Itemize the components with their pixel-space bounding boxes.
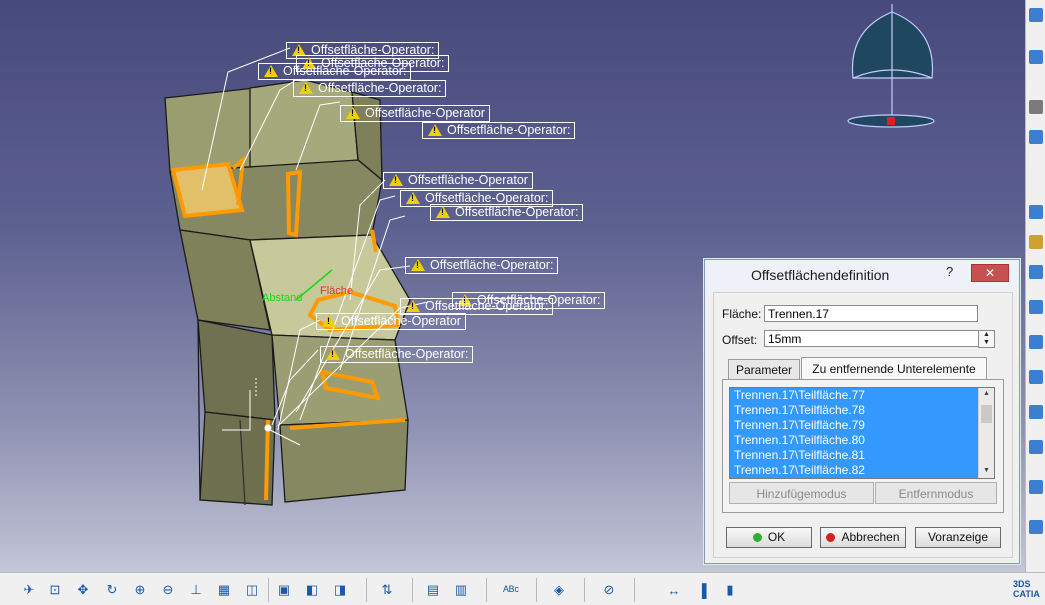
operator-callout[interactable]: Offsetfläche-Operator:: [422, 122, 576, 139]
help-button[interactable]: ?: [946, 264, 953, 279]
offset-spinner[interactable]: ▲ ▼: [978, 330, 995, 348]
offset-surface-dialog: Offsetflächendefinition ? ✕ Fläche: Tren…: [704, 259, 1020, 564]
close-button[interactable]: ✕: [971, 264, 1009, 282]
fly-mode-icon[interactable]: ✈: [20, 581, 38, 599]
preview-button[interactable]: Voranzeige: [915, 527, 1001, 548]
list-scrollbar[interactable]: ▲ ▼: [978, 388, 994, 478]
operator-callout[interactable]: Offsetfläche-Operator:: [293, 80, 447, 97]
distance-label: Abstand: [262, 292, 303, 304]
operator-callout[interactable]: Offsetfläche-Operator:: [320, 346, 474, 363]
sketch-icon[interactable]: [1029, 100, 1043, 114]
surface-label: Fläche:: [722, 307, 762, 321]
list-item[interactable]: Trennen.17\Teilfläche.79: [730, 418, 994, 433]
bottom-toolbar: ✈ ⊡ ✥ ↻ ⊕ ⊖ ⊥ ▦ ◫ ▣ ◧ ◨ ⇅ ▤ ▥ ᴬᴮᶜ ◈ ⊘ ↔ …: [0, 572, 1045, 605]
warning-icon: [406, 300, 420, 312]
warning-icon: [389, 174, 403, 186]
measure-icon[interactable]: ▤: [424, 581, 442, 599]
scale-icon[interactable]: ↔: [665, 581, 683, 599]
scroll-up-icon[interactable]: ▲: [981, 389, 992, 399]
list-item[interactable]: Trennen.17\Teilfläche.81: [730, 448, 994, 463]
operator-callout[interactable]: Offsetfläche-Operator: [316, 313, 466, 330]
extrude-icon[interactable]: [1029, 265, 1043, 279]
warning-icon: [428, 124, 442, 136]
apply-material-icon[interactable]: ◈: [550, 581, 568, 599]
cancel-icon: [826, 533, 836, 542]
split-icon[interactable]: [1029, 480, 1043, 494]
tab-parameter[interactable]: Parameter: [728, 359, 800, 379]
operator-callout[interactable]: Offsetfläche-Operator: [340, 105, 490, 122]
tab-subelements[interactable]: Zu entfernende Unterelemente: [801, 357, 987, 379]
remove-mode-button[interactable]: Entfernmodus: [875, 482, 997, 504]
dialog-body: Fläche: Trennen.17 Offset: 15mm ▲ ▼ Para…: [713, 292, 1013, 558]
add-mode-button[interactable]: Hinzufügemodus: [729, 482, 874, 504]
blend-icon[interactable]: [1029, 405, 1043, 419]
warning-icon: [411, 259, 425, 271]
ok-button[interactable]: OK: [726, 527, 812, 548]
spinner-down-icon[interactable]: ▼: [979, 339, 994, 347]
rotate-icon[interactable]: ↻: [103, 581, 121, 599]
cancel-button[interactable]: Abbrechen: [820, 527, 906, 548]
zoom-out-icon[interactable]: ⊖: [159, 581, 177, 599]
warning-icon: [346, 107, 360, 119]
warning-icon: [264, 65, 278, 77]
list-item[interactable]: Trennen.17\Teilfläche.77: [730, 388, 994, 403]
line-icon[interactable]: [1029, 205, 1043, 219]
arrow-icon[interactable]: [1029, 50, 1043, 64]
trim-icon[interactable]: [1029, 520, 1043, 534]
view-mode-icon[interactable]: ▣: [275, 581, 293, 599]
pan-icon[interactable]: ✥: [74, 581, 92, 599]
ok-icon: [752, 533, 762, 542]
offset-field[interactable]: 15mm: [764, 330, 986, 347]
warning-icon: [322, 315, 336, 327]
catia-logo: 3DS CATIA: [1013, 579, 1040, 599]
operator-callout[interactable]: Offsetfläche-Operator:: [258, 63, 412, 80]
hide-show-icon[interactable]: ◧: [303, 581, 321, 599]
offset-icon[interactable]: [1029, 300, 1043, 314]
warning-icon: [436, 206, 450, 218]
dialog-titlebar[interactable]: Offsetflächendefinition ? ✕: [705, 260, 1019, 290]
spinner-up-icon[interactable]: ▲: [979, 331, 994, 339]
list-item[interactable]: Trennen.17\Teilfläche.80: [730, 433, 994, 448]
offset-label: Offset:: [722, 333, 758, 347]
normal-view-icon[interactable]: ⊥: [187, 581, 205, 599]
fill-icon[interactable]: [1029, 370, 1043, 384]
operator-callout[interactable]: Offsetfläche-Operator:: [405, 257, 559, 274]
multi-view-icon[interactable]: ▦: [215, 581, 233, 599]
parallel-icon[interactable]: ▐: [693, 581, 711, 599]
right-toolbar: [1025, 0, 1045, 572]
scroll-thumb[interactable]: [981, 405, 992, 423]
fit-all-icon[interactable]: ⊡: [46, 581, 64, 599]
subelement-list[interactable]: Trennen.17\Teilfläche.77 Trennen.17\Teil…: [729, 387, 995, 479]
join-icon[interactable]: [1029, 440, 1043, 454]
operator-callout[interactable]: Offsetfläche-Operator: [383, 172, 533, 189]
select-icon[interactable]: [1029, 8, 1043, 22]
swap-visible-icon[interactable]: ◨: [331, 581, 349, 599]
surface-field[interactable]: Trennen.17: [764, 305, 978, 322]
property-icon[interactable]: ▥: [452, 581, 470, 599]
iso-view-icon[interactable]: ◫: [243, 581, 261, 599]
text-annotation-icon[interactable]: ᴬᴮᶜ: [502, 581, 520, 599]
create-multiview-icon[interactable]: ⇅: [378, 581, 396, 599]
compass-icon: [847, 4, 935, 128]
warning-icon: [326, 348, 340, 360]
zoom-in-icon[interactable]: ⊕: [131, 581, 149, 599]
scroll-down-icon[interactable]: ▼: [981, 466, 992, 476]
warning-icon: [299, 82, 313, 94]
list-item[interactable]: Trennen.17\Teilfläche.78: [730, 403, 994, 418]
hold-icon[interactable]: ▮: [721, 581, 739, 599]
list-item[interactable]: Trennen.17\Teilfläche.82: [730, 463, 994, 478]
surface-label: Fläche: [320, 285, 354, 297]
dialog-title: Offsetflächendefinition: [751, 267, 890, 283]
point-icon[interactable]: [1029, 130, 1043, 144]
operator-callout[interactable]: Offsetfläche-Operator:: [430, 204, 584, 221]
warning-icon: [406, 192, 420, 204]
surface-icon[interactable]: [1029, 235, 1043, 249]
sweep-icon[interactable]: [1029, 335, 1043, 349]
compass-tool-icon[interactable]: ⊘: [600, 581, 618, 599]
